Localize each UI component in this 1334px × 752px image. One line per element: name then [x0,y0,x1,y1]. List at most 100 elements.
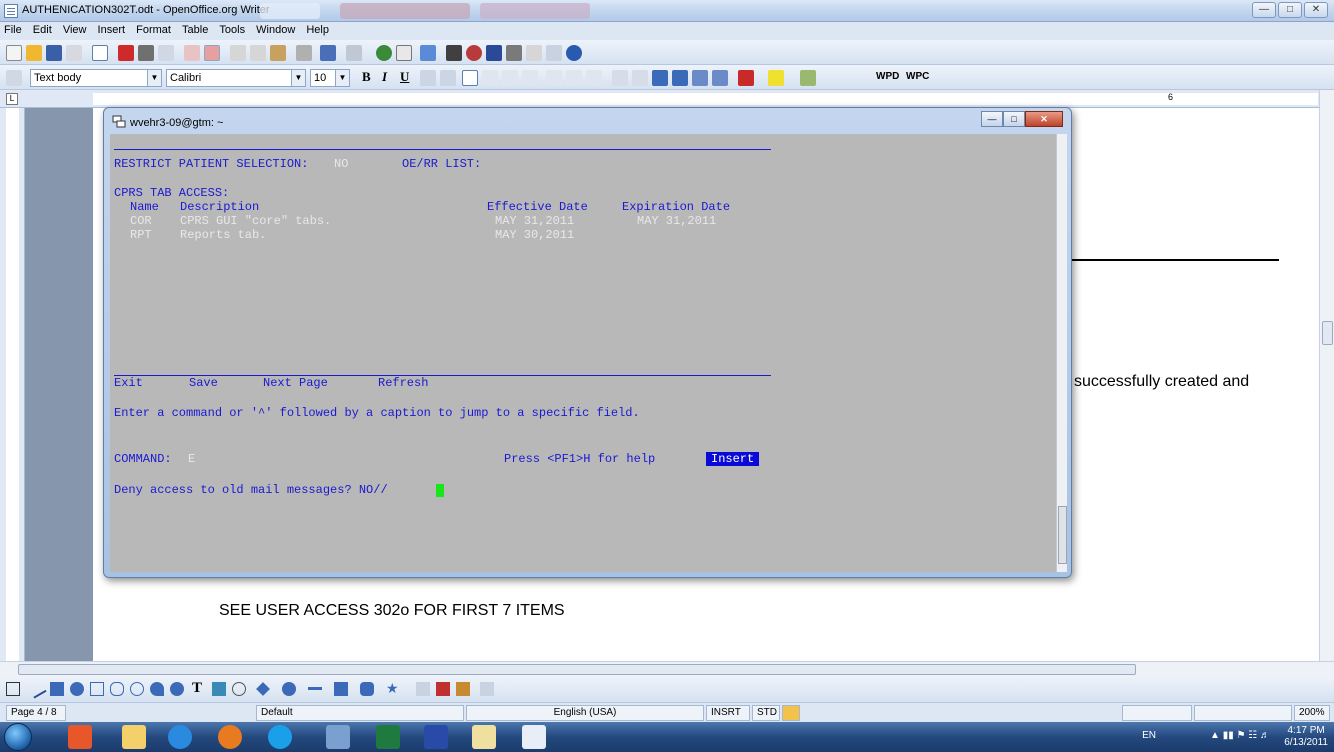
new-icon[interactable] [6,45,22,61]
draw-functions-icon[interactable] [420,45,436,61]
text-cursor[interactable] [436,484,444,497]
menu-help[interactable]: Help [302,22,333,36]
menu-edit[interactable]: Edit [29,22,56,36]
zoom-level[interactable]: 200% [1294,705,1330,721]
gallery-icon[interactable] [486,45,502,61]
menu-table[interactable]: Table [178,22,212,36]
terminal-close-button[interactable]: ✕ [1025,111,1063,127]
internet-explorer-icon[interactable] [168,725,192,749]
from-file-icon[interactable] [436,682,450,696]
subscript-icon[interactable] [712,70,728,86]
document-text[interactable]: SEE USER ACCESS 302o FOR FIRST 7 ITEMS [219,602,565,620]
find-icon[interactable] [446,45,462,61]
stars-icon[interactable]: ★ [386,680,399,697]
font-size-select[interactable]: 10 ▼ [310,69,350,87]
format-paintbrush-icon[interactable] [296,45,312,61]
spellcheck-icon[interactable] [184,45,200,61]
excel-icon[interactable] [376,725,400,749]
font-color-icon[interactable] [420,70,436,86]
tray-icons[interactable]: ▲ ▮▮ ⚑ ☷ ♬ [1210,730,1270,741]
scroll-thumb[interactable] [1058,506,1067,564]
exit-command[interactable]: Exit [114,376,143,390]
rectangle-icon[interactable] [50,682,64,696]
arc-icon[interactable] [150,682,164,696]
writer-icon[interactable] [522,725,546,749]
table-cell-description[interactable]: CPRS GUI "core" tabs. [180,214,331,228]
page-style[interactable]: Default [256,705,464,721]
notes-icon[interactable] [472,725,496,749]
styles-icon[interactable] [6,70,22,86]
tab-stop-selector[interactable]: L [6,93,18,105]
menu-window[interactable]: Window [252,22,299,36]
wpd-button[interactable]: WPD [876,71,899,82]
wpc-button[interactable]: WPC [906,71,929,82]
terminal-minimize-button[interactable]: — [981,111,1003,127]
print-icon[interactable] [138,45,154,61]
vertical-ruler[interactable] [0,108,25,661]
font-name-select[interactable]: Calibri ▼ [166,69,306,87]
copy-icon[interactable] [250,45,266,61]
open-icon[interactable] [26,45,42,61]
firefox-icon[interactable] [218,725,242,749]
putty-icon[interactable] [326,725,350,749]
next-page-command[interactable]: Next Page [263,376,328,390]
language-indicator[interactable]: EN [1142,730,1156,741]
help-icon[interactable] [566,45,582,61]
align-justify-icon[interactable] [522,70,538,86]
italic-button[interactable]: I [382,69,387,85]
maximize-button[interactable]: □ [1278,2,1302,18]
document-modified-icon[interactable] [782,705,800,721]
circle-pie-icon[interactable] [170,682,184,696]
zoom-slider[interactable] [1194,705,1292,721]
restrict-value[interactable]: NO [334,157,348,171]
numbering-icon[interactable] [612,70,628,86]
horizontal-scrollbar[interactable] [0,661,1334,676]
extrusion-icon[interactable] [480,682,494,696]
chevron-down-icon[interactable]: ▼ [335,70,349,86]
horizontal-ruler[interactable]: L 6 [0,90,1334,108]
terminal-title-bar[interactable]: wvehr3-09@gtm: ~ — □ ✕ [104,108,1071,134]
callouts-icon[interactable] [360,682,374,696]
highlight-icon[interactable] [768,70,784,86]
font-color-icon[interactable] [738,70,754,86]
increase-indent-icon[interactable] [672,70,688,86]
font-effect-icon[interactable] [440,70,456,86]
datasources-icon[interactable] [506,45,522,61]
menu-view[interactable]: View [59,22,91,36]
folder-icon[interactable] [122,725,146,749]
start-button[interactable] [4,723,32,751]
line-spacing-icon[interactable] [546,70,562,86]
insert-mode-indicator[interactable]: INSRT [706,705,750,721]
polygon-icon[interactable] [90,682,104,696]
terminal-scrollbar[interactable] [1056,134,1067,572]
align-center-icon[interactable] [482,70,498,86]
menu-format[interactable]: Format [132,22,175,36]
symbol-shapes-icon[interactable] [282,682,296,696]
paste-icon[interactable] [270,45,286,61]
page-indicator[interactable]: Page 4 / 8 [6,705,66,721]
skype-icon[interactable] [268,725,292,749]
table-cell-effective[interactable]: MAY 31,2011 [495,214,574,228]
table-icon[interactable] [396,45,412,61]
table-cell-expiration[interactable]: MAY 31,2011 [637,214,716,228]
refresh-command[interactable]: Refresh [378,376,428,390]
navigator-icon[interactable] [466,45,482,61]
decrease-indent-icon[interactable] [652,70,668,86]
scroll-thumb[interactable] [18,664,1136,675]
email-icon[interactable] [66,45,82,61]
minimize-button[interactable]: — [1252,2,1276,18]
undo-icon[interactable] [320,45,336,61]
document-text[interactable]: successfully created and [1074,373,1249,391]
autospell-icon[interactable] [204,45,220,61]
table-cell-description[interactable]: Reports tab. [180,228,266,242]
redo-icon[interactable] [346,45,362,61]
command-value[interactable]: E [188,452,195,466]
office-icon[interactable] [68,725,92,749]
paragraph-style-select[interactable]: Text body ▼ [30,69,162,87]
block-arrows-icon[interactable] [308,687,322,701]
fontwork-icon[interactable] [212,682,226,696]
table-cell-name[interactable]: COR [130,214,152,228]
formatting-marks-icon[interactable] [526,45,542,61]
line-spacing-icon[interactable] [566,70,582,86]
terminal-screen[interactable]: RESTRICT PATIENT SELECTION: NO OE/RR LIS… [110,134,1056,572]
